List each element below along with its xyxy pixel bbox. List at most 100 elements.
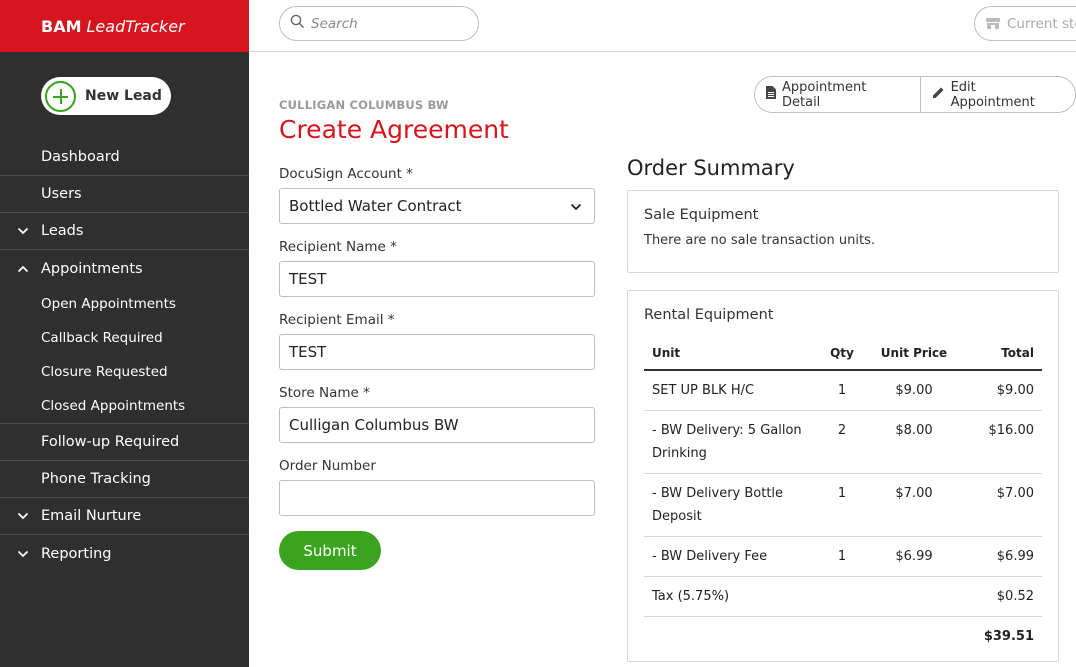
plus-circle-icon — [45, 80, 76, 112]
sidebar-item-users[interactable]: Users — [0, 176, 249, 213]
store-icon — [985, 17, 1001, 30]
recipient-email-label: Recipient Email * — [279, 312, 395, 328]
company-name: CULLIGAN COLUMBUS BW — [279, 98, 449, 112]
row-total: $7.00 — [958, 473, 1042, 537]
recipient-email-input[interactable] — [289, 343, 594, 361]
sidebar-item-email-nurture[interactable]: Email Nurture — [0, 498, 249, 535]
sidebar-item-label: Dashboard — [41, 149, 120, 165]
edit-appointment-label: Edit Appointment — [950, 79, 1035, 110]
recipient-name-label: Recipient Name * — [279, 239, 397, 255]
table-row: SET UP BLK H/C 1 $9.00 $9.00 — [644, 370, 1042, 411]
row-unit: SET UP BLK H/C — [644, 370, 814, 411]
top-bar: Current sto — [249, 0, 1076, 52]
column-header-unit-price: Unit Price — [870, 336, 958, 371]
docusign-account-select[interactable]: Bottled Water Contract — [279, 188, 595, 224]
sidebar-item-label: Follow-up Required — [41, 434, 180, 450]
tax-label: Tax (5.75%) — [644, 576, 814, 617]
sale-equipment-card: Sale Equipment There are no sale transac… — [627, 190, 1059, 273]
chevron-down-icon — [16, 509, 30, 523]
tax-value: $0.52 — [958, 576, 1042, 617]
docusign-account-value: Bottled Water Contract — [289, 197, 462, 215]
row-unit-price: $7.00 — [870, 473, 958, 537]
appointment-detail-button[interactable]: Appointment Detail — [755, 77, 920, 112]
search-box[interactable] — [279, 6, 479, 41]
row-unit-price: $6.99 — [870, 536, 958, 577]
edit-appointment-button[interactable]: Edit Appointment — [919, 77, 1075, 112]
submit-button[interactable]: Submit — [279, 531, 381, 570]
appointments-submenu: Open Appointments Callback Required Clos… — [0, 287, 249, 424]
tax-row: Tax (5.75%) $0.52 — [644, 576, 1042, 617]
row-unit: - BW Delivery Bottle Deposit — [644, 473, 814, 537]
chevron-up-icon — [16, 262, 30, 276]
table-row: - BW Delivery Bottle Deposit 1 $7.00 $7.… — [644, 473, 1042, 537]
search-icon — [290, 14, 305, 33]
row-qty: 1 — [814, 370, 870, 411]
recipient-name-input[interactable] — [289, 270, 594, 288]
sidebar-subitem-callback-required[interactable]: Callback Required — [0, 321, 249, 355]
chevron-down-icon — [570, 197, 582, 215]
order-number-label: Order Number — [279, 458, 376, 474]
sidebar: BAM LeadTracker New Lead Dashboard Users… — [0, 0, 249, 667]
agreement-form: DocuSign Account * Bottled Water Contrac… — [279, 166, 595, 570]
recipient-email-field[interactable] — [279, 334, 595, 370]
sidebar-item-phone-tracking[interactable]: Phone Tracking — [0, 461, 249, 498]
sidebar-item-dashboard[interactable]: Dashboard — [0, 139, 249, 176]
table-row: - BW Delivery Fee 1 $6.99 $6.99 — [644, 536, 1042, 577]
sale-equipment-heading: Sale Equipment — [644, 207, 759, 223]
row-total: $6.99 — [958, 536, 1042, 577]
sidebar-nav: Dashboard Users Leads Appointments Open … — [0, 139, 249, 572]
sidebar-item-label: Email Nurture — [41, 508, 142, 524]
row-unit: - BW Delivery: 5 Gallon Drinking — [644, 410, 814, 474]
sidebar-subitem-closed-appointments[interactable]: Closed Appointments — [0, 389, 249, 423]
appointment-actions: Appointment Detail Edit Appointment — [754, 76, 1076, 113]
new-lead-button[interactable]: New Lead — [41, 77, 171, 115]
table-row: - BW Delivery: 5 Gallon Drinking 2 $8.00… — [644, 410, 1042, 474]
table-header-row: Unit Qty Unit Price Total — [644, 336, 1042, 371]
sidebar-subitem-label: Closed Appointments — [41, 398, 186, 414]
sidebar-item-label: Appointments — [41, 260, 143, 277]
brand-italic: LeadTracker — [86, 16, 185, 36]
grand-total-row: $39.51 — [644, 617, 1042, 657]
row-unit-price: $8.00 — [870, 410, 958, 474]
store-name-label: Store Name * — [279, 385, 370, 401]
sidebar-subitem-open-appointments[interactable]: Open Appointments — [0, 287, 249, 321]
current-store-label: Current sto — [1007, 15, 1076, 32]
sidebar-item-appointments[interactable]: Appointments — [0, 250, 249, 287]
sidebar-subitem-label: Closure Requested — [41, 364, 168, 380]
store-name-field[interactable] — [279, 407, 595, 443]
recipient-name-field[interactable] — [279, 261, 595, 297]
brand-logo[interactable]: BAM LeadTracker — [0, 0, 249, 52]
order-number-input[interactable] — [289, 489, 594, 507]
page-title: Create Agreement — [279, 115, 509, 144]
sidebar-subitem-label: Callback Required — [41, 330, 163, 346]
sidebar-item-reporting[interactable]: Reporting — [0, 535, 249, 572]
order-summary-title: Order Summary — [627, 156, 795, 180]
chevron-down-icon — [16, 224, 30, 238]
new-lead-label: New Lead — [85, 88, 162, 104]
column-header-total: Total — [958, 336, 1042, 371]
rental-equipment-card: Rental Equipment Unit Qty Unit Price Tot… — [627, 290, 1059, 662]
store-name-input[interactable] — [289, 416, 594, 434]
row-qty: 1 — [814, 536, 870, 577]
brand-bold: BAM — [41, 16, 82, 36]
sidebar-item-follow-up-required[interactable]: Follow-up Required — [0, 424, 249, 461]
sidebar-item-label: Reporting — [41, 545, 112, 562]
row-total: $16.00 — [958, 410, 1042, 474]
row-unit-price: $9.00 — [870, 370, 958, 411]
row-unit: - BW Delivery Fee — [644, 536, 814, 577]
docusign-account-label: DocuSign Account * — [279, 166, 413, 182]
row-total: $9.00 — [958, 370, 1042, 411]
row-qty: 1 — [814, 473, 870, 537]
sidebar-subitem-closure-requested[interactable]: Closure Requested — [0, 355, 249, 389]
sidebar-item-label: Users — [41, 186, 82, 202]
row-qty: 2 — [814, 410, 870, 474]
chevron-down-icon — [16, 547, 30, 561]
sidebar-item-leads[interactable]: Leads — [0, 213, 249, 250]
column-header-unit: Unit — [644, 336, 814, 371]
document-icon — [766, 86, 782, 103]
order-number-field[interactable] — [279, 480, 595, 516]
current-store-selector[interactable]: Current sto — [974, 6, 1076, 41]
rental-equipment-table: Unit Qty Unit Price Total SET UP BLK H/C… — [644, 336, 1042, 656]
search-input[interactable] — [311, 15, 461, 32]
column-header-qty: Qty — [814, 336, 870, 371]
